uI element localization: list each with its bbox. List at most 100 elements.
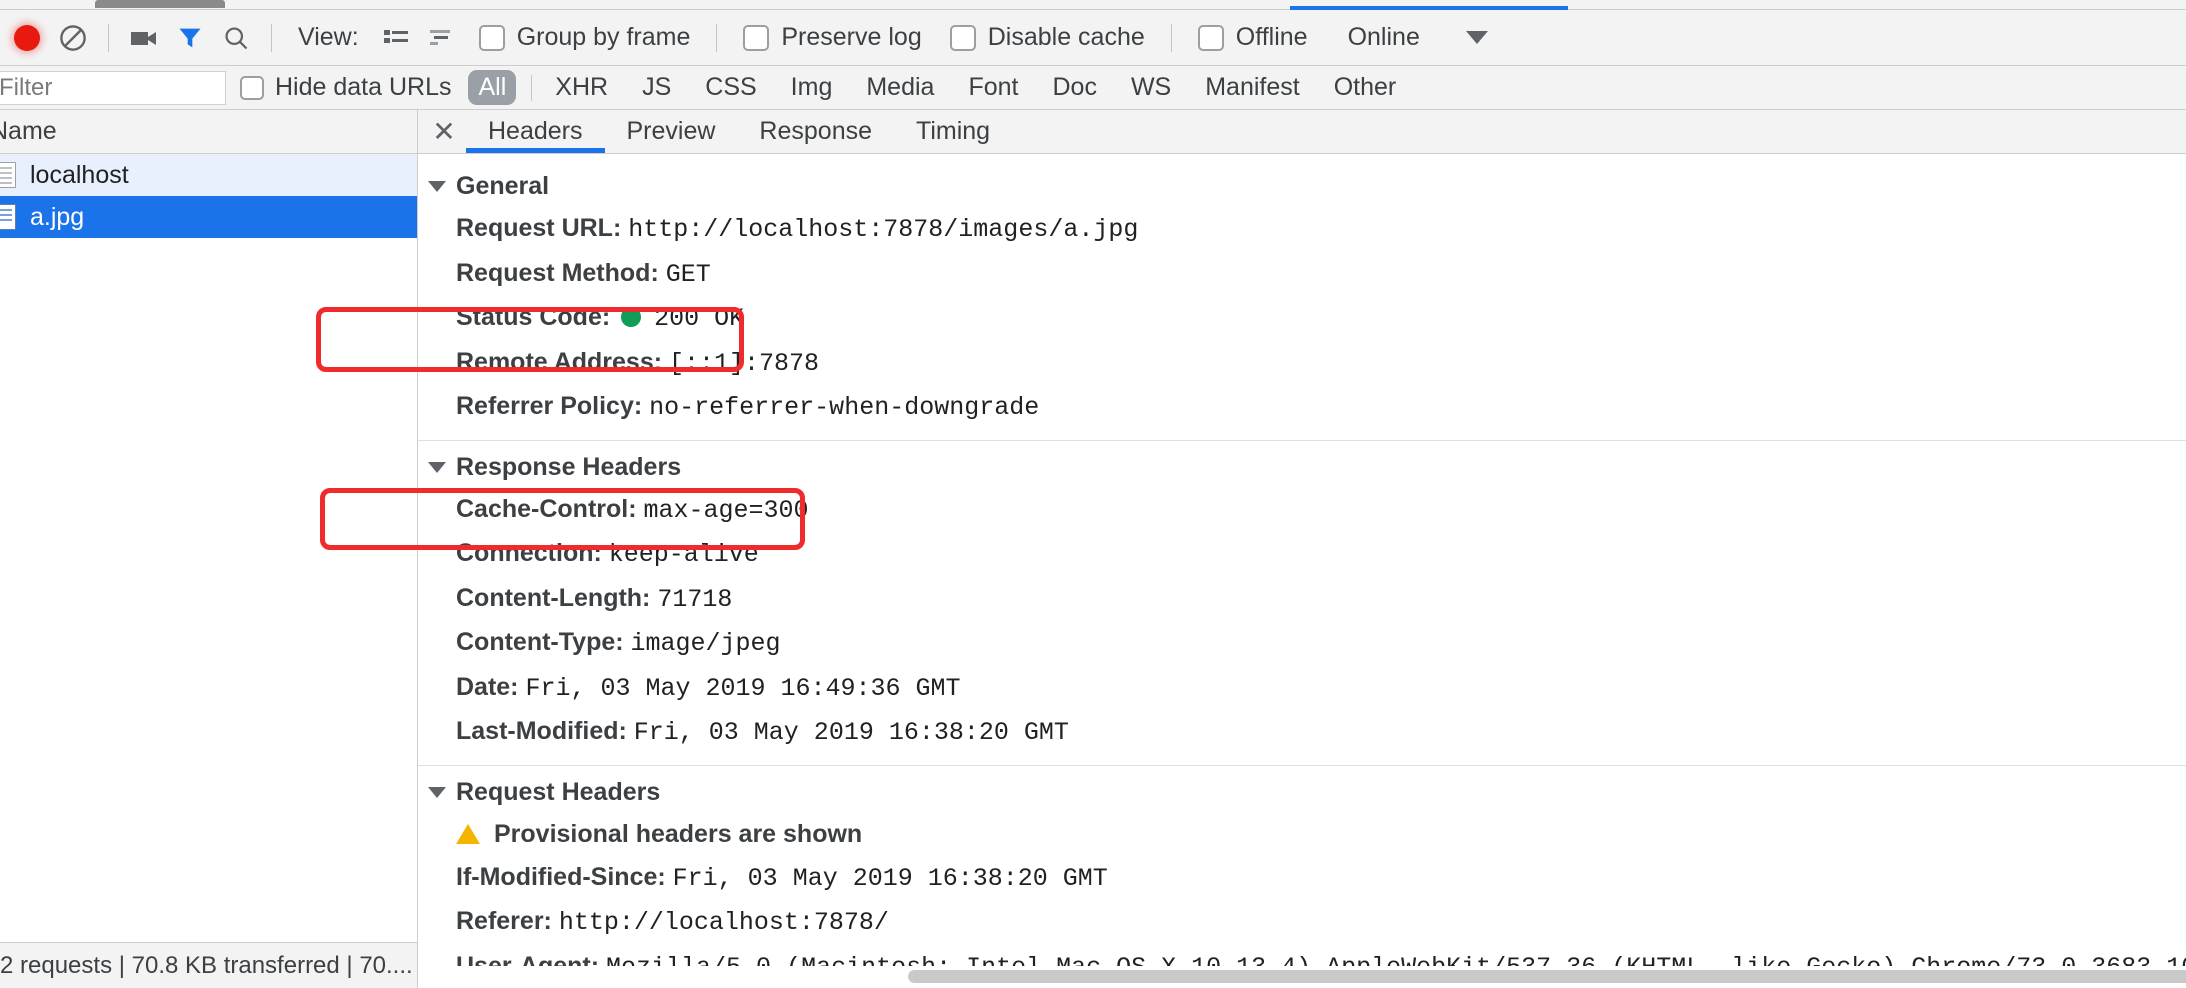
request-row-a-jpg[interactable]: a.jpg [0,196,417,238]
header-row-content-length: Content-Length: 71718 [418,577,2186,622]
header-value: image/jpeg [630,629,781,658]
header-key: Referer: [456,907,552,935]
column-header-name[interactable]: Name [0,117,57,146]
header-key: Connection: [456,539,602,567]
header-row-date: Date: Fri, 03 May 2019 16:49:36 GMT [418,666,2186,711]
scrollbar-thumb[interactable] [908,970,2186,983]
triangle-expanded-icon[interactable] [428,181,446,192]
section-response-headers[interactable]: Response Headers [428,453,2186,482]
section-divider-2 [418,764,2186,766]
header-key: Content-Type: [456,628,624,656]
request-row-label: localhost [30,160,129,189]
horizontal-scrollbar[interactable] [418,966,2186,988]
network-filter-bar: Hide data URLs All XHR JS CSS Img Media … [0,66,2186,110]
offline-label: Offline [1235,23,1308,51]
section-divider-1 [418,439,2186,441]
record-button[interactable] [4,15,50,61]
type-filter-xhr[interactable]: XHR [545,70,618,105]
hide-data-urls-label: Hide data URLs [275,73,452,101]
triangle-expanded-icon[interactable] [428,786,446,798]
disable-cache-checkbox[interactable] [949,24,976,51]
header-key: Remote Address: [456,347,663,376]
network-toolbar: View: Group by frame Preserve log Disabl… [0,10,2186,66]
triangle-expanded-icon[interactable] [428,461,446,473]
type-filter-all[interactable]: All [468,70,517,105]
request-detail-panel: ✕ Headers Preview Response Timing Genera… [418,110,2186,988]
list-view-button[interactable] [373,15,419,61]
throttling-selected-value[interactable]: Online [1348,23,1420,52]
status-ok-dot-icon [621,307,642,327]
waterfall-view-button[interactable] [419,15,465,61]
section-title-label: Request Headers [456,777,661,806]
hide-data-urls-checkbox[interactable] [240,75,264,100]
header-row-request-url: Request URL: http://localhost:7878/image… [418,207,2186,252]
type-filter-css[interactable]: CSS [695,70,766,105]
header-value[interactable]: http://localhost:7878/images/a.jpg [628,215,1138,244]
header-row-cache-control: Cache-Control: max-age=300 [418,488,2186,533]
group-by-frame-checkbox[interactable] [478,24,505,51]
toolbar-divider-2 [271,23,272,52]
header-value: Fri, 03 May 2019 16:38:20 GMT [633,718,1069,747]
type-filter-font[interactable]: Font [958,70,1028,105]
header-value: 71718 [657,584,733,614]
request-row-localhost[interactable]: localhost [0,154,417,196]
filter-toggle-button[interactable] [167,15,213,61]
toolbar-divider-3 [716,23,718,52]
header-key: Cache-Control: [456,494,637,523]
provisional-headers-warning: Provisional headers are shown [418,813,2186,856]
image-file-icon [0,204,16,230]
type-filter-media[interactable]: Media [856,70,944,105]
request-list-panel: Name localhost a.jpg 2 requests | 70.8 K… [0,110,418,988]
offline-checkbox[interactable] [1197,24,1224,51]
header-value: Fri, 03 May 2019 16:49:36 GMT [525,673,961,703]
type-filter-img[interactable]: Img [781,70,843,105]
header-key: Referrer Policy: [456,392,643,420]
waterfall-view-icon [429,29,450,45]
type-filter-ws[interactable]: WS [1121,70,1181,105]
group-by-frame-control[interactable]: Group by frame [478,23,690,52]
header-value[interactable]: http://localhost:7878/ [559,908,889,937]
section-title-label: General [456,172,550,200]
clear-button[interactable] [50,15,96,61]
filter-input[interactable] [0,70,226,105]
section-request-headers[interactable]: Request Headers [428,778,2186,807]
header-key: If-Modified-Since: [456,862,666,891]
toolbar-divider-4 [1170,23,1172,52]
preserve-log-control[interactable]: Preserve log [743,23,922,52]
offline-control[interactable]: Offline [1197,23,1308,52]
close-x-icon[interactable]: ✕ [422,117,466,146]
devtools-tabstrip [0,0,2186,11]
section-general[interactable]: General [428,172,2186,201]
header-value: GET [665,259,711,289]
type-filter-js[interactable]: JS [632,70,681,105]
tab-response[interactable]: Response [737,110,894,153]
capture-screenshots-button[interactable] [121,15,167,61]
tab-preview[interactable]: Preview [605,110,738,153]
tab-timing[interactable]: Timing [894,110,1012,153]
view-label: View: [298,23,359,51]
type-filter-manifest[interactable]: Manifest [1195,70,1309,105]
header-row-connection: Connection: keep-alive [418,532,2186,577]
preserve-log-checkbox[interactable] [743,24,770,51]
header-row-referer: Referer: http://localhost:7878/ [418,900,2186,945]
disable-cache-control[interactable]: Disable cache [949,23,1145,52]
request-list-rows: localhost a.jpg [0,154,417,942]
header-key: Request URL: [456,214,622,242]
type-filter-doc[interactable]: Doc [1042,70,1106,105]
resource-type-filters: All XHR JS CSS Img Media Font Doc WS Man… [461,70,1413,105]
search-button[interactable] [213,15,259,61]
tab-headers[interactable]: Headers [466,110,605,153]
hide-data-urls-control[interactable]: Hide data URLs [240,73,451,102]
toolbar-divider-1 [108,23,109,52]
header-row-content-type: Content-Type: image/jpeg [418,621,2186,666]
tabstrip-ghost-tab[interactable] [95,0,225,8]
type-filter-other[interactable]: Other [1324,70,1407,105]
header-row-status-code: Status Code: 200 OK [418,296,2186,341]
header-value: max-age=300 [643,495,809,525]
header-row-last-modified: Last-Modified: Fri, 03 May 2019 16:38:20… [418,710,2186,755]
chevron-down-icon[interactable] [1465,31,1488,44]
header-row-request-method: Request Method: GET [418,252,2186,297]
preserve-log-label: Preserve log [781,23,922,51]
provisional-headers-label: Provisional headers are shown [494,819,863,848]
header-key: Last-Modified: [456,717,627,745]
